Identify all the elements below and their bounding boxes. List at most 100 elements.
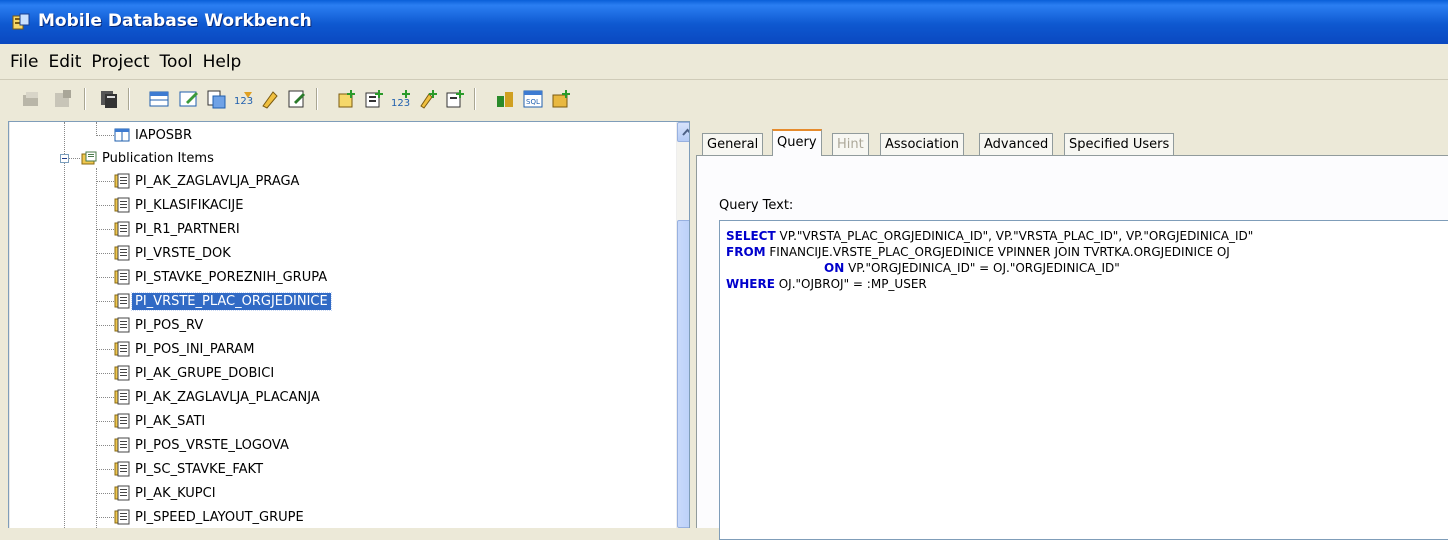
publication-item-icon	[114, 293, 130, 309]
tree-margin-line	[9, 122, 10, 528]
tree-connector	[96, 325, 114, 326]
tree-item-publication[interactable]: PI_R1_PARTNERI	[114, 218, 243, 240]
table-icon[interactable]	[148, 88, 170, 110]
publication-item-icon	[114, 509, 130, 525]
tab-query[interactable]: Query	[772, 129, 822, 156]
properties2-icon[interactable]	[286, 88, 308, 110]
open-icon[interactable]	[20, 88, 42, 110]
query-tab-body: Query Text: SELECT VP."VRSTA_PLAC_ORGJED…	[696, 155, 1448, 540]
publication-item-icon	[114, 221, 130, 237]
menu-help[interactable]: Help	[198, 46, 247, 78]
publication-item-icon	[114, 317, 130, 333]
tree-item-publication[interactable]: PI_AK_GRUPE_DOBICI	[114, 362, 277, 384]
properties-panel: General Query Hint Association Advanced …	[694, 121, 1448, 540]
toolbar-separator	[84, 88, 86, 110]
tree-item-label: PI_VRSTE_PLAC_ORGJEDINICE	[131, 291, 332, 311]
folder-icon	[81, 151, 97, 165]
tree-item-label: PI_STAVKE_POREZNIH_GRUPA	[135, 269, 328, 285]
tree-item-label: PI_AK_SATI	[135, 413, 206, 429]
tree-item-publication[interactable]: PI_AK_SATI	[114, 410, 208, 432]
add-script-icon[interactable]	[417, 88, 439, 110]
tab-association[interactable]: Association	[880, 133, 965, 155]
menu-edit[interactable]: Edit	[43, 46, 86, 78]
script-icon[interactable]	[259, 88, 281, 110]
tree-item-label: PI_POS_RV	[135, 317, 204, 333]
tree-item-publication[interactable]: PI_VRSTE_PLAC_ORGJEDINICE	[114, 290, 332, 312]
tree-connector	[96, 397, 114, 398]
sql-icon[interactable]: SQL	[522, 88, 544, 110]
project-tree[interactable]: IAPOSBR Publication Items PI_AK_ZAGLAVLJ…	[8, 121, 690, 528]
sequence-icon[interactable]: 123	[232, 88, 254, 110]
add-snapshot-icon[interactable]	[363, 88, 385, 110]
query-line: SELECT VP."VRSTA_PLAC_ORGJEDINICA_ID", V…	[726, 229, 1254, 243]
tree-folder-publication-items[interactable]: Publication Items	[81, 147, 217, 169]
tab-advanced[interactable]: Advanced	[979, 133, 1054, 155]
tree-scrollbar[interactable]	[676, 122, 689, 528]
tree-guide-line	[64, 122, 65, 528]
tree-item-publication[interactable]: PI_POS_RV	[114, 314, 206, 336]
table-icon	[114, 128, 130, 142]
publication-item-icon	[114, 269, 130, 285]
window-title: Mobile Database Workbench	[38, 11, 312, 31]
tree-item-publication[interactable]: PI_VRSTE_DOK	[114, 242, 234, 264]
menu-file[interactable]: File	[0, 46, 43, 78]
publication-item-icon	[114, 413, 130, 429]
menu-tool[interactable]: Tool	[155, 46, 198, 78]
tree-item-publication[interactable]: PI_POS_VRSTE_LOGOVA	[114, 434, 292, 456]
tab-general[interactable]: General	[702, 133, 764, 155]
tree-item-publication[interactable]: PI_AK_ZAGLAVLJA_PLACANJA	[114, 386, 323, 408]
tree-item-publication[interactable]: PI_POS_INI_PARAM	[114, 338, 257, 360]
svg-text:123: 123	[391, 98, 410, 109]
scroll-up-button[interactable]	[677, 122, 689, 142]
copy-icon[interactable]	[98, 88, 120, 110]
menu-project[interactable]: Project	[86, 46, 154, 78]
tree-item-label: PI_SC_STAVKE_FAKT	[135, 461, 264, 477]
publication-item-icon	[114, 197, 130, 213]
query-text-editor[interactable]: SELECT VP."VRSTA_PLAC_ORGJEDINICA_ID", V…	[719, 220, 1448, 540]
tree-item-publication[interactable]: PI_SPEED_LAYOUT_GRUPE	[114, 506, 307, 528]
tree-connector	[96, 349, 114, 350]
publication-item-icon	[114, 245, 130, 261]
tree-item-publication[interactable]: PI_KLASIFIKACIJE	[114, 194, 246, 216]
query-line: WHERE OJ."OJBROJ" = :MP_USER	[726, 277, 927, 291]
publication-item-icon	[114, 437, 130, 453]
add-item-icon[interactable]	[336, 88, 358, 110]
tree-item-label: PI_KLASIFIKACIJE	[135, 197, 244, 213]
tree-connector	[96, 277, 114, 278]
tree-item-label: PI_SPEED_LAYOUT_GRUPE	[135, 509, 304, 525]
menu-bar: File Edit Project Tool Help	[0, 46, 322, 78]
tree-item-label: PI_POS_VRSTE_LOGOVA	[135, 437, 289, 453]
deploy-icon[interactable]	[494, 88, 516, 110]
svg-text:123: 123	[234, 96, 253, 107]
toolbar-separator	[316, 88, 318, 110]
toolbar: 123 123 SQL	[0, 82, 1448, 116]
collapse-toggle[interactable]	[60, 154, 69, 163]
tree-connector	[96, 517, 114, 518]
tree-item-label: PI_AK_GRUPE_DOBICI	[135, 365, 275, 381]
publication-item-icon	[114, 389, 130, 405]
add-sequence-icon[interactable]: 123	[390, 88, 412, 110]
properties-icon[interactable]	[52, 88, 74, 110]
package-icon[interactable]	[550, 88, 572, 110]
tree-item-publication[interactable]: PI_AK_ZAGLAVLJA_PRAGA	[114, 170, 302, 192]
tab-hint: Hint	[832, 133, 869, 155]
tree-item-publication[interactable]: PI_SC_STAVKE_FAKT	[114, 458, 266, 480]
tree-item-publication[interactable]: PI_STAVKE_POREZNIH_GRUPA	[114, 266, 330, 288]
edit-table-icon[interactable]	[178, 88, 200, 110]
tree-connector	[96, 421, 114, 422]
title-bar[interactable]: Mobile Database Workbench	[0, 0, 1448, 44]
tree-connector	[96, 253, 114, 254]
tree-item-label: PI_VRSTE_DOK	[135, 245, 231, 261]
tree-item-iaposbr[interactable]: IAPOSBR	[114, 124, 195, 146]
query-line: ON VP."ORGJEDINICA_ID" = OJ."ORGJEDINICA…	[824, 261, 1120, 275]
publication-item-icon	[114, 461, 130, 477]
publication-item-icon	[114, 173, 130, 189]
add-field-icon[interactable]	[444, 88, 466, 110]
tree-item-label: PI_AK_KUPCI	[135, 485, 216, 501]
scroll-thumb[interactable]	[677, 220, 689, 528]
snapshot-icon[interactable]	[205, 88, 227, 110]
tab-specified-users[interactable]: Specified Users	[1064, 133, 1175, 155]
tree-connector	[96, 493, 114, 494]
tree-item-label: PI_R1_PARTNERI	[135, 221, 240, 237]
tree-item-publication[interactable]: PI_AK_KUPCI	[114, 482, 219, 504]
